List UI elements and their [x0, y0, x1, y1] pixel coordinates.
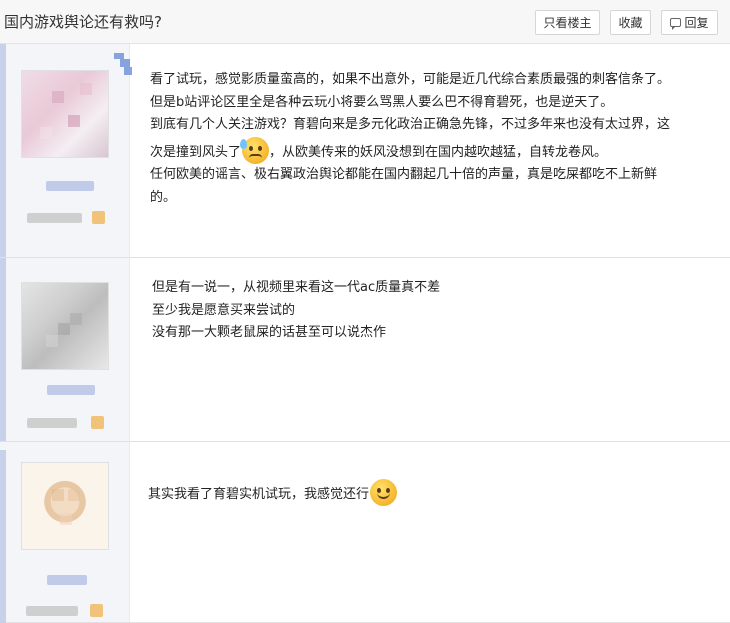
post-line: 没有那一大颗老鼠屎的话甚至可以说杰作 [152, 325, 387, 340]
thread-title: 国内游戏舆论还有救吗? [4, 13, 162, 31]
favorite-button[interactable]: 收藏 [610, 10, 651, 35]
avatar[interactable] [21, 282, 109, 370]
author-name[interactable] [46, 181, 94, 191]
author-level [27, 418, 77, 428]
author-sidebar [0, 442, 130, 623]
post-line: 看了试玩，感觉影质量蛮高的，如果不出意外，可能是近几代综合素质最强的刺客信条了。 [150, 72, 671, 87]
badge-icon [92, 211, 105, 224]
author-level [26, 606, 78, 616]
post: 但是有一说一，从视频里来看这一代ac质量真不差 至少我是愿意买来尝试的 没有那一… [0, 258, 730, 442]
smile-emoji-icon [370, 479, 398, 506]
post: 看了试玩，感觉影质量蛮高的，如果不出意外，可能是近几代综合素质最强的刺客信条了。… [0, 44, 730, 258]
reply-button[interactable]: 回复 [661, 10, 718, 35]
post-line: 任何欧美的谣言、极右翼政治舆论都能在国内翻起几十倍的声量，真是吃屎都吃不上新鲜 [150, 167, 658, 182]
post-line: 但是有一说一，从视频里来看这一代ac质量真不差 [152, 280, 441, 295]
author-name[interactable] [47, 385, 95, 395]
post-line: 至少我是愿意买来尝试的 [152, 302, 296, 318]
post-line: 但是b站评论区里全是各种云玩小将要么骂黑人要么巴不得育碧死，也是逆天了。 [150, 94, 614, 110]
author-sidebar [0, 258, 130, 441]
post-line: 到底有几个人关注游戏？育碧向来是多元化政治正确急先锋，不过多年来也没有太过界，这 [150, 117, 671, 132]
post-line: 次是撞到风头了 [150, 144, 242, 160]
sweat-emoji-icon [240, 136, 270, 164]
post-line-with-emoji: 其实我看了育碧实机试玩，我感觉还行 [148, 479, 398, 507]
post-line: ，从欧美传来的妖风没想到在国内越吹越猛，自转龙卷风。 [269, 144, 608, 160]
author-level [27, 213, 82, 223]
only-op-button[interactable]: 只看楼主 [535, 10, 600, 35]
avatar[interactable] [21, 70, 109, 158]
corner-badge-icon [106, 53, 134, 81]
sidebar-accent [0, 258, 6, 441]
post-line: 的。 [150, 189, 177, 205]
post-content: 看了试玩，感觉影质量蛮高的，如果不出意外，可能是近几代综合素质最强的刺客信条了。… [150, 69, 710, 209]
sidebar-accent [0, 450, 6, 623]
author-name[interactable] [47, 575, 87, 585]
post-line-with-emoji: 次是撞到风头了 ，从欧美传来的妖风没想到在国内越吹越猛，自转龙卷风。 [150, 136, 710, 165]
post-content: 其实我看了育碧实机试玩，我感觉还行 [148, 479, 398, 507]
post-line: 其实我看了育碧实机试玩，我感觉还行 [148, 487, 370, 502]
badge-icon [91, 416, 104, 429]
reply-icon [670, 18, 682, 30]
post: 其实我看了育碧实机试玩，我感觉还行 [0, 442, 730, 623]
thread-header: 国内游戏舆论还有救吗? 只看楼主 收藏 回复 [0, 0, 730, 44]
reply-button-label: 回复 [684, 16, 709, 30]
avatar[interactable] [21, 462, 109, 550]
post-content: 但是有一说一，从视频里来看这一代ac质量真不差 至少我是愿意买来尝试的 没有那一… [152, 277, 440, 345]
badge-icon [90, 604, 103, 617]
sidebar-accent [0, 44, 6, 257]
